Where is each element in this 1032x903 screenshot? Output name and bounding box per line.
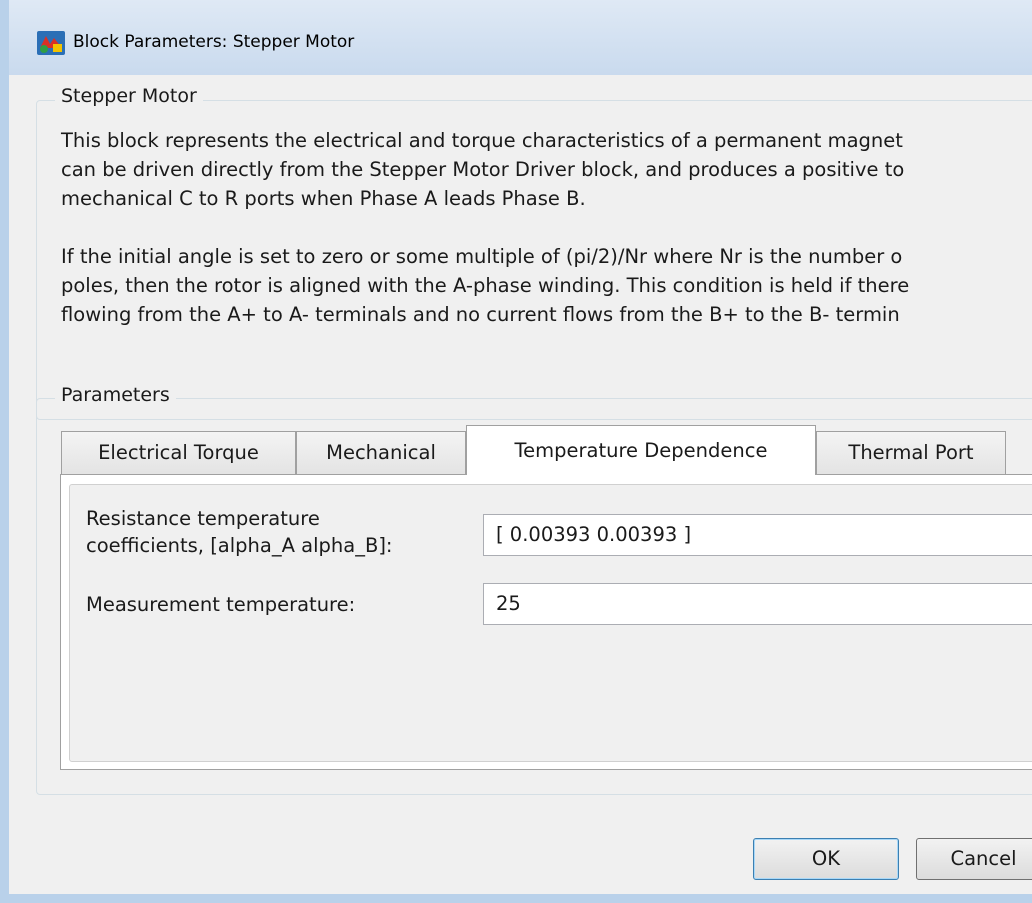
cancel-button[interactable]: Cancel <box>916 838 1032 880</box>
field-label-line: coefficients, [alpha_A alpha_B]: <box>86 534 393 557</box>
resistance-temperature-coefficients-input[interactable]: [ 0.00393 0.00393 ] <box>483 514 1032 556</box>
description-line: can be driven directly from the Stepper … <box>61 158 905 181</box>
tab-electrical-torque[interactable]: Electrical Torque <box>61 431 296 475</box>
parameters-group-label: Parameters <box>55 384 176 406</box>
tab-thermal-port[interactable]: Thermal Port <box>816 431 1006 475</box>
measurement-temperature-label: Measurement temperature: <box>86 593 356 616</box>
simulink-block-icon <box>37 31 65 55</box>
description-line: poles, then the rotor is aligned with th… <box>61 274 910 297</box>
tab-mechanical[interactable]: Mechanical <box>296 431 466 475</box>
description-line: flowing from the A+ to A- terminals and … <box>61 303 900 326</box>
window-title: Block Parameters: Stepper Motor <box>73 32 355 52</box>
description-line: If the initial angle is set to zero or s… <box>61 245 903 268</box>
description-group-label: Stepper Motor <box>55 85 203 107</box>
description-line: This block represents the electrical and… <box>61 129 903 152</box>
dialog-window: Block Parameters: Stepper Motor Stepper … <box>0 0 1032 903</box>
field-label-line: Resistance temperature <box>86 507 320 530</box>
description-line: mechanical C to R ports when Phase A lea… <box>61 187 586 210</box>
ok-button[interactable]: OK <box>753 838 899 880</box>
block-description: This block represents the electrical and… <box>61 126 909 329</box>
description-line <box>61 213 909 242</box>
tab-temperature-dependence[interactable]: Temperature Dependence <box>466 425 816 475</box>
title-bar[interactable]: Block Parameters: Stepper Motor <box>9 0 1032 75</box>
measurement-temperature-input[interactable]: 25 <box>483 583 1032 625</box>
resistance-temperature-coefficients-label: Resistance temperature coefficients, [al… <box>86 505 393 559</box>
